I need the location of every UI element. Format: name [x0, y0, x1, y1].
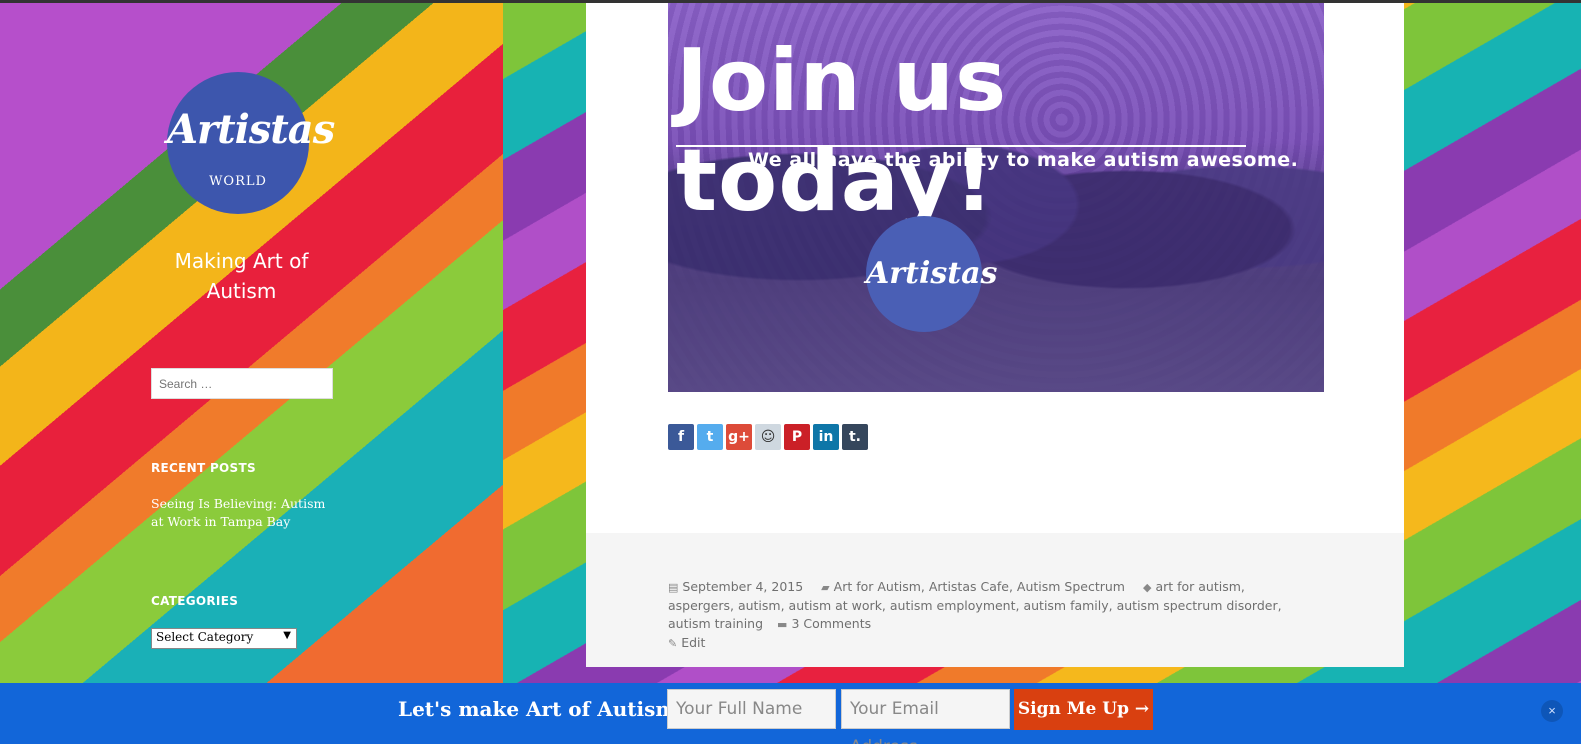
tumblr-icon[interactable]: t. — [842, 424, 868, 450]
recent-post-link[interactable]: Seeing Is Believing: Autism at Work in T… — [151, 495, 331, 531]
hero-divider — [676, 145, 1246, 147]
sign-up-button[interactable]: Sign Me Up → — [1014, 689, 1153, 730]
hero-image: Join us today! We all have the ability t… — [668, 3, 1324, 392]
edit-link[interactable]: Edit — [681, 635, 705, 650]
recent-posts-heading: RECENT POSTS — [151, 461, 256, 475]
full-name-field[interactable]: Your Full Name — [667, 689, 836, 729]
site-logo[interactable]: Artistas WORLD — [167, 72, 335, 214]
folder-icon: ▰ — [821, 581, 830, 594]
twitter-icon[interactable]: t — [697, 424, 723, 450]
hero-subtitle: We all have the ability to make autism a… — [748, 149, 1299, 171]
comments-link[interactable]: 3 Comments — [791, 616, 871, 631]
dropdown-arrow-icon: ▼ — [283, 630, 291, 641]
post-categories-link[interactable]: Art for Autism, Artistas Cafe, Autism Sp… — [834, 579, 1125, 594]
email-field[interactable]: Your Email Address — [841, 689, 1010, 744]
entry-meta: ▤ September 4, 2015 ▰ Art for Autism, Arti… — [668, 578, 1308, 653]
signup-text: Let's make Art of Autism. — [398, 697, 684, 721]
pinterest-icon[interactable]: P — [784, 424, 810, 450]
site-tagline: Making Art of Autism — [174, 249, 309, 303]
share-buttons: f t g+ ☺ Pin t. — [668, 424, 868, 450]
facebook-icon[interactable]: f — [668, 424, 694, 450]
logo-subtext: WORLD — [209, 174, 267, 189]
search-input[interactable] — [151, 368, 333, 399]
signup-bar: Let's make Art of Autism. Your Full Name… — [0, 683, 1581, 744]
pencil-icon: ✎ — [668, 637, 678, 650]
close-icon[interactable]: × — [1541, 700, 1563, 722]
reddit-icon[interactable]: ☺ — [755, 424, 781, 450]
logo-text: Artistas — [167, 106, 335, 153]
hero-title: Join us today! — [676, 31, 1008, 231]
calendar-icon: ▤ — [668, 581, 679, 594]
linkedin-icon[interactable]: in — [813, 424, 839, 450]
google-plus-icon[interactable]: g+ — [726, 424, 752, 450]
comment-icon: ▬ — [777, 618, 788, 631]
hero-logo-badge: Artistas — [866, 216, 997, 332]
category-select[interactable]: Select Category ▼ — [151, 628, 297, 649]
tag-icon: ◆ — [1142, 581, 1152, 594]
post-date-link[interactable]: September 4, 2015 — [682, 579, 803, 594]
category-select-value: Select Category — [156, 630, 254, 644]
categories-heading: CATEGORIES — [151, 594, 239, 608]
